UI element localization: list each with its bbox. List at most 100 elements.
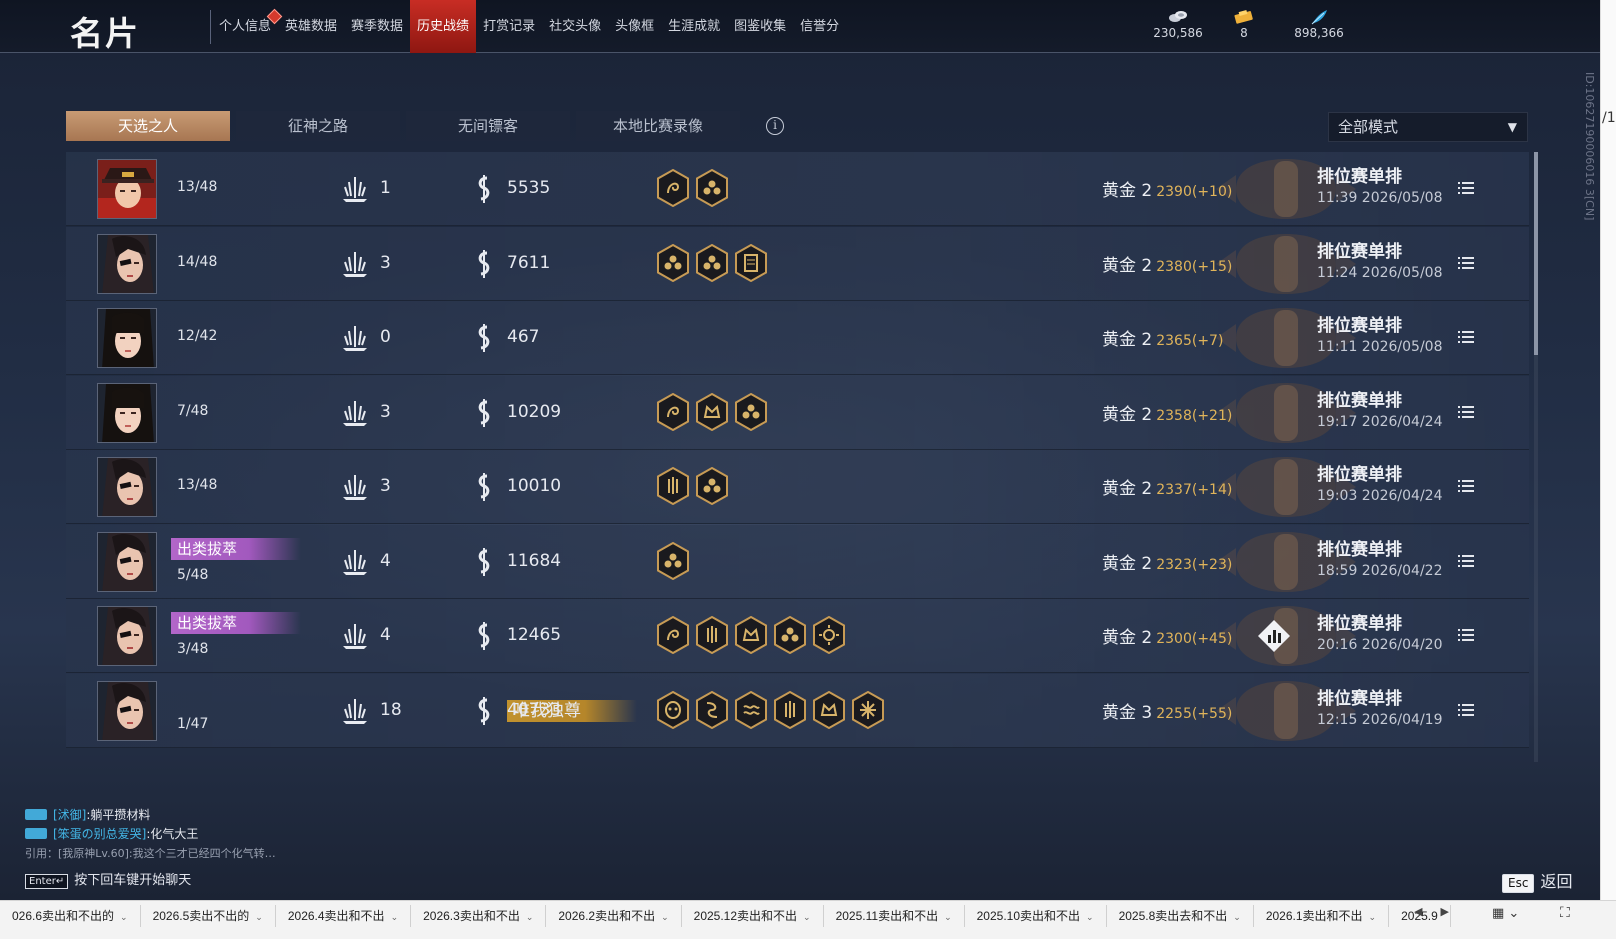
chat-sender[interactable]: [笨蛋の别总爱哭] bbox=[53, 827, 146, 841]
details-list-icon[interactable] bbox=[1458, 478, 1474, 492]
match-row[interactable]: 出类拔萃 5/48 4 11684 黄金 2 2323(+23) 排位赛单排 18:59 20… bbox=[66, 524, 1529, 599]
tier-name: 黄金 2 bbox=[1102, 404, 1153, 425]
chevron-down-icon: ⌄ bbox=[1233, 912, 1241, 922]
rank-score: 2365(+7) bbox=[1156, 333, 1224, 349]
sheet-tab[interactable]: 2025.12卖出和不出 ⌄ bbox=[682, 905, 824, 927]
match-row[interactable]: 13/48 1 5535 黄金 2 2390(+10) 排位赛单排 11:39 2026/0… bbox=[66, 152, 1529, 226]
nav-tab-label: 头像框 bbox=[615, 19, 655, 34]
nav-tab[interactable]: 社交头像 bbox=[542, 0, 608, 53]
nav-tab[interactable]: 历史战绩 bbox=[410, 0, 477, 53]
tier-name: 黄金 3 bbox=[1102, 702, 1153, 723]
placement: 1/47 bbox=[177, 715, 209, 732]
medal-flower-icon bbox=[773, 615, 807, 658]
nav-tab-label: 赛季数据 bbox=[351, 19, 404, 34]
chat-sender[interactable]: [沭御] bbox=[53, 808, 86, 822]
chat-input-hint[interactable]: Enter↵ 按下回车键开始聊天 bbox=[25, 869, 191, 889]
chevron-down-icon: ⌄ bbox=[661, 912, 669, 922]
match-type-tab[interactable]: 征神之路 bbox=[236, 111, 400, 141]
game-mode: 排位赛单排 bbox=[1317, 167, 1402, 187]
back-button[interactable]: Esc 返回 bbox=[1502, 868, 1572, 893]
medal-flower-icon bbox=[656, 243, 690, 286]
gold-amount: 5535 bbox=[507, 178, 551, 198]
tier-name: 黄金 2 bbox=[1102, 628, 1153, 648]
match-row[interactable]: 7/48 3 10209 黄金 2 2358(+21) 排位赛单排 19:17 2026/0… bbox=[66, 375, 1529, 450]
nav-tab[interactable]: 打赏记录 bbox=[476, 0, 542, 53]
match-row[interactable]: 出类拔萃 3/48 4 12465 黄金 2 2300(+45) 排位赛单排 20:16 20… bbox=[66, 599, 1529, 673]
hero-avatar bbox=[97, 680, 157, 741]
currency-coins-value: 230,586 bbox=[1153, 26, 1203, 40]
scrollbar-thumb[interactable] bbox=[1534, 152, 1538, 355]
nav-tab[interactable]: 信誉分 bbox=[793, 0, 846, 53]
ticket-icon bbox=[1224, 8, 1264, 26]
prev-sheet-icon[interactable]: ◀ bbox=[1414, 905, 1422, 918]
nav-divider bbox=[210, 10, 211, 44]
nav-tab[interactable]: 图鉴收集 bbox=[727, 0, 793, 53]
sheet-tab[interactable]: 2026.1卖出和不出 ⌄ bbox=[1254, 905, 1390, 927]
nav-tab-label: 信誉分 bbox=[800, 19, 840, 34]
bar-chart-icon[interactable] bbox=[1257, 619, 1291, 653]
nav-tab[interactable]: 生涯成就 bbox=[661, 0, 727, 53]
nav-tab-label: 英雄数据 bbox=[285, 19, 338, 34]
fullscreen-icon[interactable]: ⛶ bbox=[1560, 905, 1570, 921]
match-time: 11:24 2026/05/08 bbox=[1317, 264, 1443, 281]
sheet-tab[interactable]: 2026.2卖出和不出 ⌄ bbox=[546, 905, 682, 927]
details-list-icon[interactable] bbox=[1458, 255, 1474, 269]
enter-key-icon: Enter↵ bbox=[25, 874, 69, 889]
sheet-tab[interactable]: 2025.11卖出和不出 ⌄ bbox=[824, 905, 965, 927]
sheet-tab[interactable]: 026.6卖出和不出的 ⌄ bbox=[0, 905, 141, 927]
hero-avatar bbox=[97, 233, 157, 294]
edge-text: /1 bbox=[1602, 110, 1616, 126]
background-window-edge: /1 bbox=[1600, 0, 1616, 900]
placement: 14/48 bbox=[177, 253, 218, 270]
channel-icon bbox=[25, 809, 47, 820]
match-row[interactable]: 14/48 3 7611 黄金 2 2380(+15) 排位赛单排 11:24 2026/0… bbox=[66, 226, 1529, 301]
nav-tab[interactable]: 头像框 bbox=[608, 0, 661, 53]
nav-tab[interactable]: 英雄数据 bbox=[278, 0, 344, 53]
sheet-tab[interactable]: 2025.8卖出去和不出 ⌄ bbox=[1107, 905, 1254, 927]
channel-icon bbox=[25, 828, 47, 839]
hero-avatar bbox=[97, 606, 157, 666]
details-list-icon[interactable] bbox=[1458, 553, 1474, 567]
next-sheet-icon[interactable]: ▶ bbox=[1440, 905, 1448, 918]
rank-score: 2323(+23) bbox=[1156, 556, 1233, 573]
back-label: 返回 bbox=[1540, 872, 1573, 891]
match-row[interactable]: 唯我独尊 1/47 18 40733 黄金 3 2255(+55) 排位赛单排 12:15 2… bbox=[66, 673, 1529, 748]
kills-icon bbox=[340, 174, 370, 204]
kills-icon bbox=[340, 547, 370, 577]
gold-amount: 11684 bbox=[507, 550, 562, 571]
gold-icon bbox=[473, 696, 495, 726]
match-type-tab[interactable]: 天选之人 bbox=[66, 111, 230, 141]
grid-view-icon[interactable]: ▦ ⌄ bbox=[1492, 906, 1519, 921]
nav-tab[interactable]: 赛季数据 bbox=[344, 0, 410, 53]
details-list-icon[interactable] bbox=[1458, 404, 1474, 418]
rank-tier: 黄金 2 2337(+14) bbox=[1102, 474, 1232, 499]
placement: 13/48 bbox=[177, 179, 218, 195]
info-icon[interactable]: i bbox=[766, 117, 784, 135]
match-time: 18:59 2026/04/22 bbox=[1317, 562, 1443, 579]
match-type-tab[interactable]: 本地比赛录像 bbox=[576, 111, 740, 141]
match-type-tab[interactable]: 无间镖客 bbox=[406, 111, 570, 141]
details-list-icon[interactable] bbox=[1458, 702, 1474, 716]
rank-tier: 黄金 3 2255(+55) bbox=[1102, 698, 1232, 723]
placement: 5/48 bbox=[177, 566, 209, 583]
sheet-tab[interactable]: 2026.3卖出和不出 ⌄ bbox=[411, 905, 547, 927]
sheet-tab[interactable]: 2025.10卖出和不出 ⌄ bbox=[965, 905, 1107, 927]
details-list-icon[interactable] bbox=[1458, 329, 1474, 343]
kills-count: 3 bbox=[380, 476, 391, 496]
medal-flower-icon bbox=[656, 541, 690, 584]
sheet-tab-label: 2025.10卖出和不出 bbox=[976, 909, 1081, 923]
scrollbar[interactable] bbox=[1534, 152, 1538, 762]
chevron-down-icon: ⌄ bbox=[803, 912, 811, 922]
mode-filter-dropdown[interactable]: 全部模式 ▼ bbox=[1328, 112, 1528, 142]
rank-score: 2358(+21) bbox=[1156, 407, 1233, 424]
sheet-tab[interactable]: 2026.5卖出不出的 ⌄ bbox=[141, 905, 276, 927]
details-list-icon[interactable] bbox=[1458, 627, 1474, 641]
details-list-icon[interactable] bbox=[1458, 180, 1474, 194]
nav-tab[interactable]: 个人信息 bbox=[212, 0, 283, 53]
match-row[interactable]: 13/48 3 10010 黄金 2 2337(+14) 排位赛单排 19:03 2026/… bbox=[66, 450, 1529, 524]
chat-message: [沭御]:躺平攒材料 bbox=[25, 806, 285, 825]
medal-dragon-icon bbox=[656, 168, 690, 211]
chat-text: :躺平攒材料 bbox=[86, 808, 151, 822]
sheet-tab[interactable]: 2026.4卖出和不出 ⌄ bbox=[276, 905, 412, 927]
match-row[interactable]: 12/42 0 467 黄金 2 2365(+7) 排位赛单排 11:11 2026/05/… bbox=[66, 301, 1529, 375]
